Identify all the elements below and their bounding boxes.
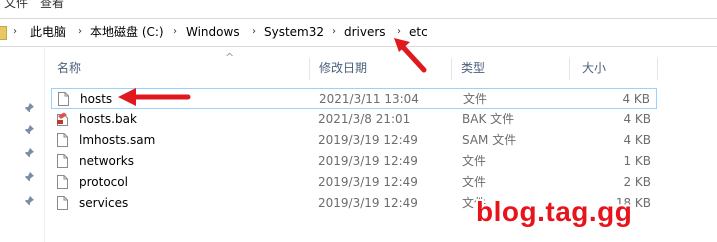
column-divider[interactable] (657, 58, 658, 80)
file-type: 文件 (463, 92, 488, 106)
navigation-pane (0, 46, 44, 242)
pin-icon[interactable] (24, 125, 34, 135)
file-date: 2021/3/11 13:04 (319, 92, 419, 106)
breadcrumb-this-pc[interactable]: 此电脑 (30, 23, 66, 41)
watermark: blog.tag.gg (476, 196, 633, 227)
pin-icon[interactable] (24, 196, 34, 206)
column-header-row: ^ 名称 修改日期 类型 大小 (45, 51, 717, 80)
file-row-networks[interactable]: networks 2019/3/19 12:49 文件 1 KB (51, 151, 657, 172)
ribbon-tab-view[interactable]: 查看 (40, 0, 64, 9)
column-header-type[interactable]: 类型 (449, 58, 569, 78)
file-date: 2019/3/19 12:49 (318, 196, 418, 210)
file-date: 2019/3/19 12:49 (318, 154, 418, 168)
file-type: BAK 文件 (462, 112, 515, 126)
file-name: networks (79, 154, 134, 168)
file-name: hosts.bak (79, 112, 137, 126)
file-name: lmhosts.sam (79, 133, 156, 147)
chevron-right-icon[interactable]: › (332, 23, 336, 41)
file-icon (57, 175, 68, 189)
file-row-hosts-bak[interactable]: hosts.bak 2021/3/8 21:01 BAK 文件 4 KB (51, 109, 657, 130)
bak-file-icon (57, 112, 68, 126)
file-date: 2021/3/8 21:01 (318, 112, 411, 126)
file-size: 4 KB (623, 133, 651, 147)
pin-icon[interactable] (24, 103, 34, 113)
file-name: protocol (79, 175, 128, 189)
breadcrumb-windows[interactable]: Windows (186, 23, 240, 41)
file-date: 2019/3/19 12:49 (318, 175, 418, 189)
folder-icon (0, 26, 7, 40)
file-type: SAM 文件 (462, 133, 517, 147)
pin-icon[interactable] (24, 148, 34, 158)
file-row-protocol[interactable]: protocol 2019/3/19 12:49 文件 2 KB (51, 172, 657, 193)
column-header-size[interactable]: 大小 (570, 58, 660, 78)
file-name: hosts (80, 92, 113, 106)
ribbon-tabs: 文件 查看 (0, 0, 717, 9)
breadcrumb-local-disk[interactable]: 本地磁盘 (C:) (90, 23, 164, 41)
file-icon (58, 92, 69, 106)
column-header-name[interactable]: 名称 (45, 58, 309, 78)
chevron-right-icon[interactable]: › (173, 23, 177, 41)
ribbon-tab-file[interactable]: 文件 (4, 0, 28, 9)
file-size: 2 KB (623, 175, 651, 189)
file-date: 2019/3/19 12:49 (318, 133, 418, 147)
file-type: 文件 (462, 175, 487, 189)
file-size: 4 KB (623, 112, 651, 126)
chevron-right-icon[interactable]: › (13, 23, 17, 41)
file-icon (57, 196, 68, 210)
breadcrumb-system32[interactable]: System32 (264, 23, 324, 41)
file-icon (57, 133, 68, 147)
file-type: 文件 (462, 154, 487, 168)
file-size: 4 KB (622, 92, 650, 106)
annotation-arrow-icon (394, 38, 427, 73)
file-row-lmhosts-sam[interactable]: lmhosts.sam 2019/3/19 12:49 SAM 文件 4 KB (51, 130, 657, 151)
file-name: services (79, 196, 129, 210)
pin-icon[interactable] (24, 172, 34, 182)
chevron-right-icon[interactable]: › (252, 23, 256, 41)
breadcrumb-drivers[interactable]: drivers (344, 23, 386, 41)
annotation-arrow-icon (118, 88, 191, 106)
file-icon (57, 154, 68, 168)
chevron-right-icon[interactable]: › (78, 23, 82, 41)
file-size: 1 KB (623, 154, 651, 168)
address-bar[interactable]: › 此电脑 › 本地磁盘 (C:) › Windows › System32 ›… (0, 18, 717, 47)
